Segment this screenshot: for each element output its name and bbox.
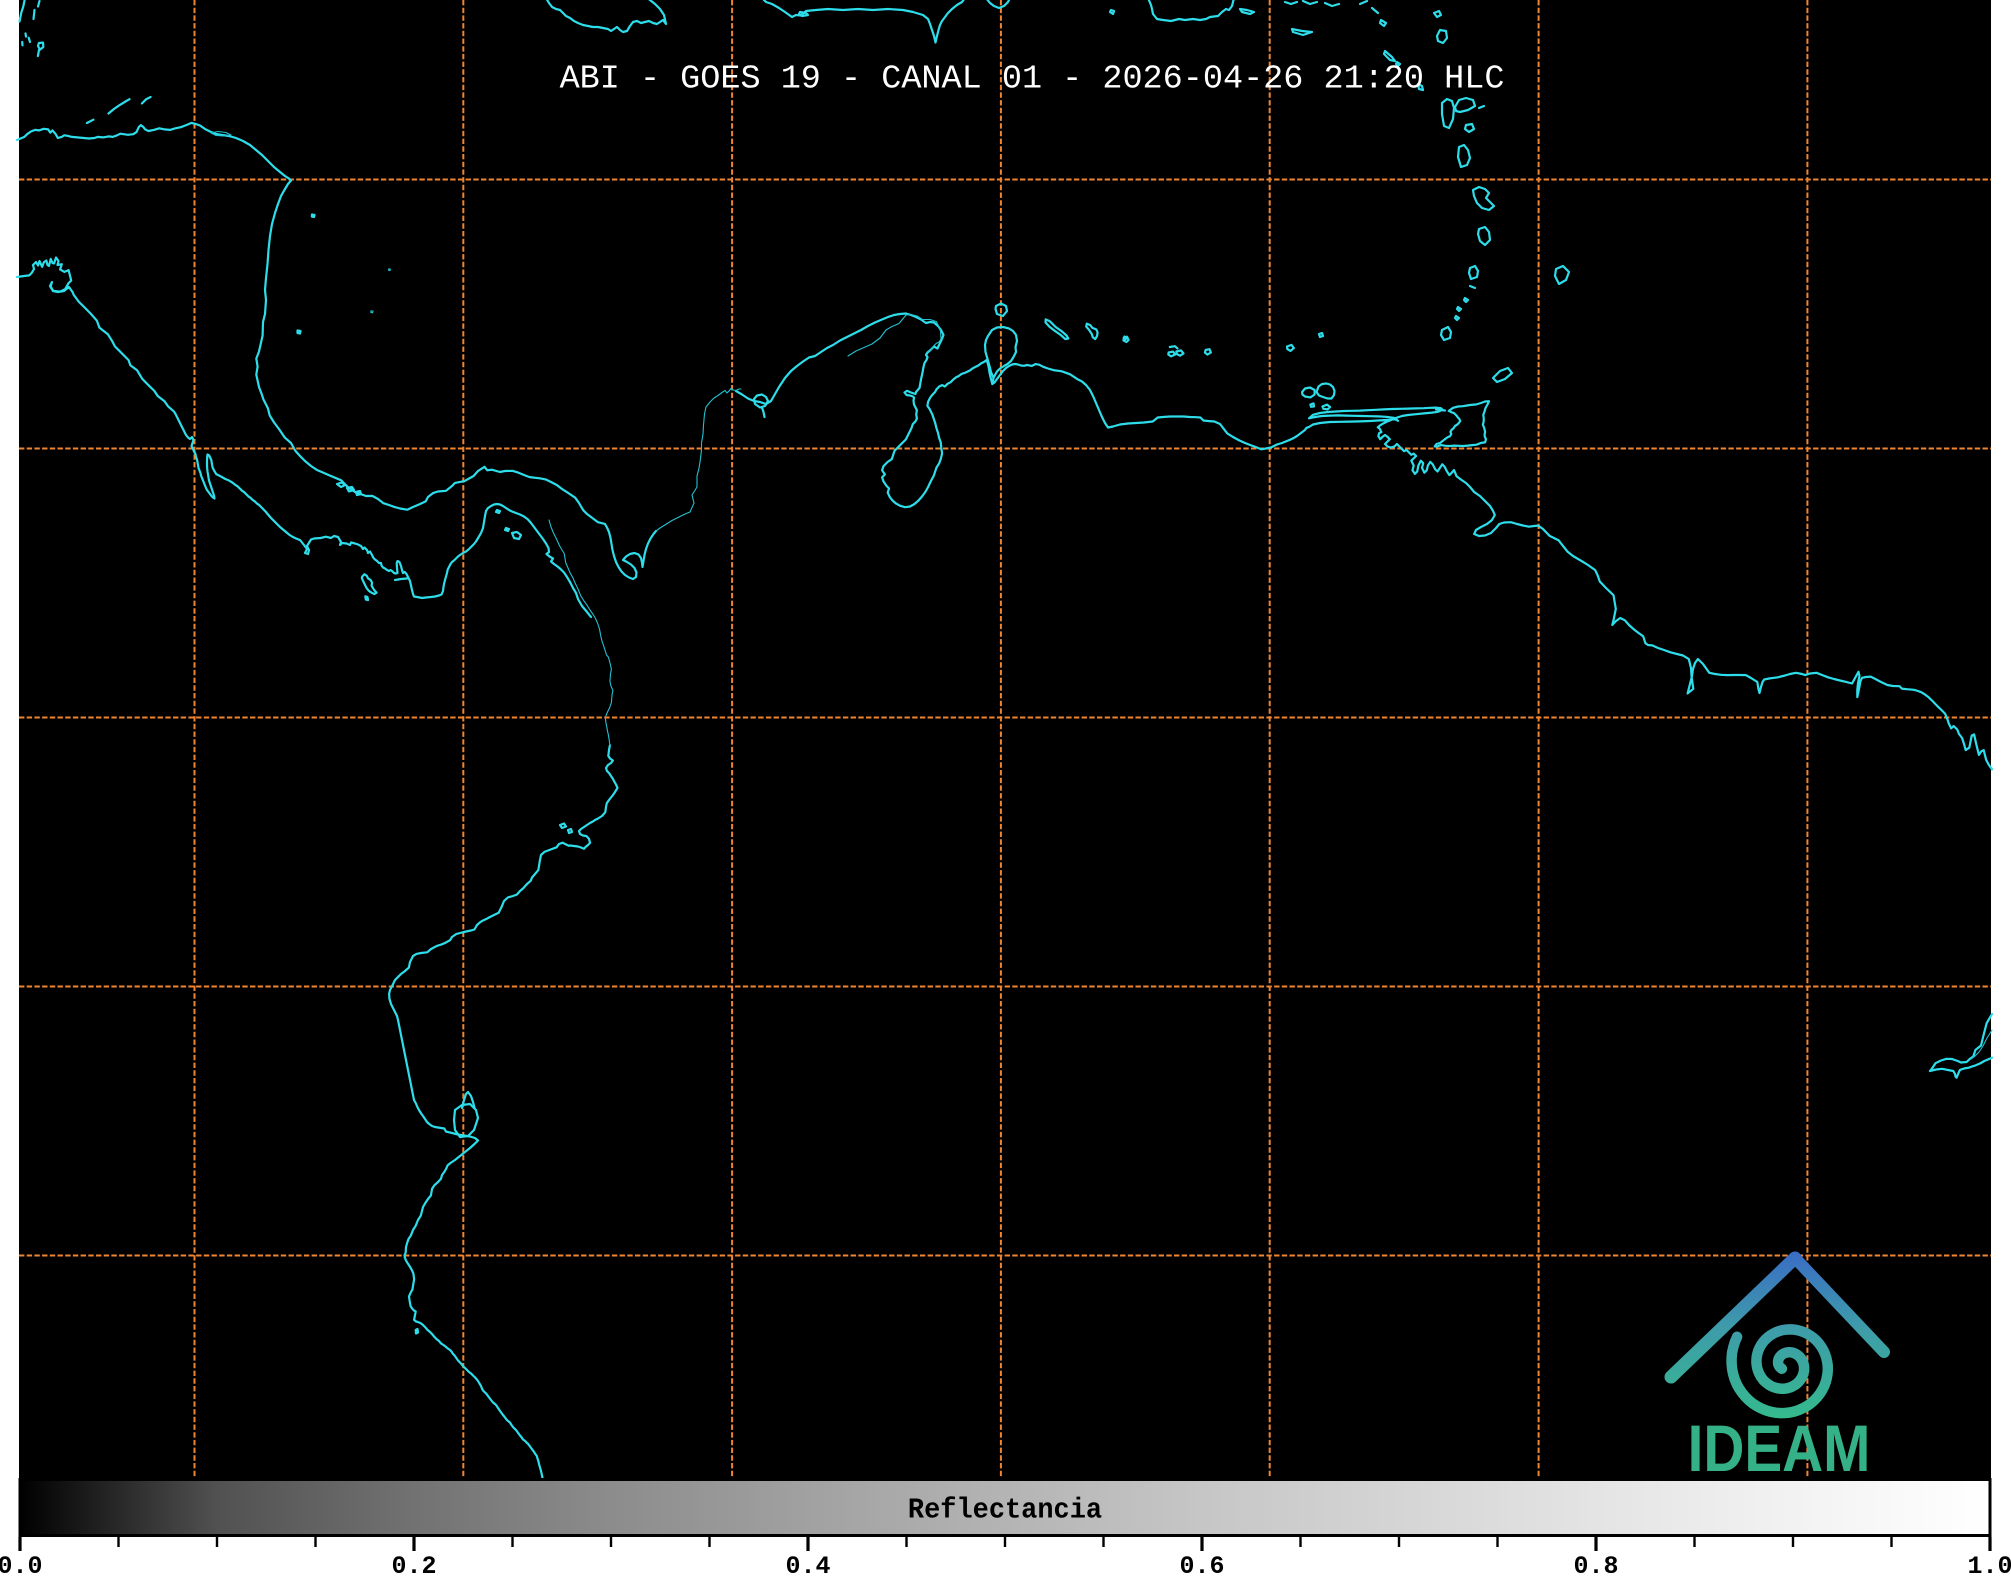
svg-text:0.4: 0.4 <box>785 1552 830 1577</box>
svg-text:0.2: 0.2 <box>391 1552 436 1577</box>
svg-text:0.0: 0.0 <box>0 1552 43 1577</box>
svg-text:Reflectancia: Reflectancia <box>908 1495 1102 1527</box>
svg-text:1.0: 1.0 <box>1967 1552 2011 1577</box>
svg-text:0.6: 0.6 <box>1179 1552 1224 1577</box>
svg-text:IDEAM: IDEAM <box>1688 1412 1871 1486</box>
svg-text:ABI - GOES 19 - CANAL 01 - 202: ABI - GOES 19 - CANAL 01 - 2026-04-26 21… <box>560 61 1505 99</box>
svg-text:0.8: 0.8 <box>1573 1552 1618 1577</box>
